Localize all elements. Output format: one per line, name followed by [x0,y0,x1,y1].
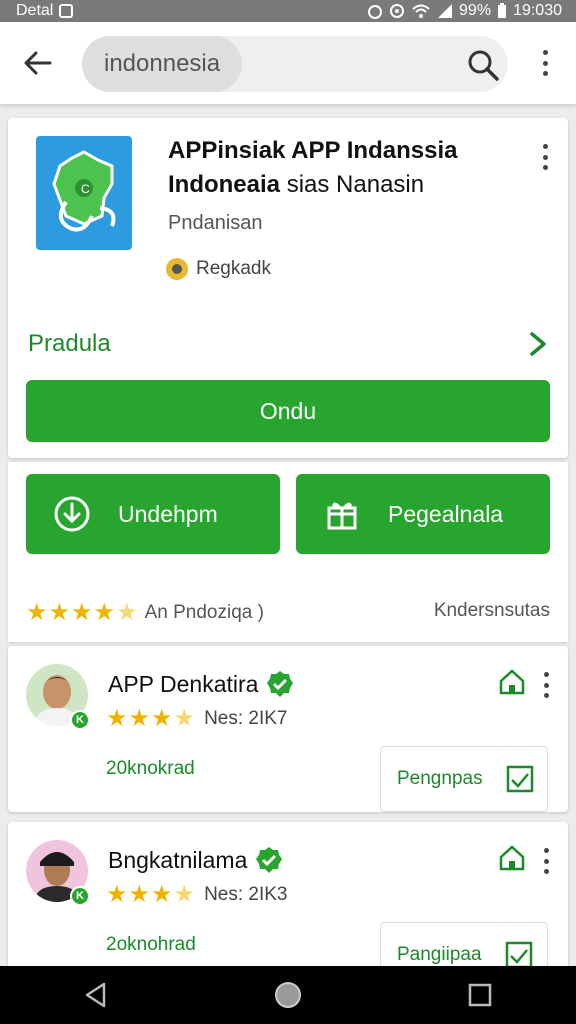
status-left: Detal [16,2,74,20]
more-vert-icon[interactable] [541,50,549,76]
nav-home-icon [275,982,301,1008]
status-right: 99% 19:030 [367,2,562,20]
review-card: K APP Denkatira ★★★★ Nes: 2IK7 20knokrad… [8,646,568,812]
download-button[interactable]: Undehpm [26,474,280,554]
svg-text:C: C [81,182,90,196]
verified-icon [267,671,294,697]
reviewer-name: APP Denkatira [108,670,294,698]
nav-recents-icon [468,983,492,1007]
battery-icon [498,3,507,18]
nav-back-icon [85,982,106,1008]
app-tag: Regkadk [166,258,271,280]
avatar-badge-icon: K [70,886,90,906]
alarm-icon [368,5,383,19]
side-action-button[interactable]: Pengnpas [380,746,548,812]
rating-summary: ★★★★★ An Pndoziqa ) [26,598,264,627]
rating-stars: ★★★★★ [26,599,139,626]
tag-icon [166,258,188,280]
review-rating: ★★★★ Nes: 2IK7 [106,704,288,733]
signal-icon [438,4,453,18]
review-stars: ★★★★ [106,881,197,908]
app-title: APPinsiak APP Indanssia Indoneaia sias N… [168,134,518,202]
chevron-right-icon[interactable] [526,330,550,358]
status-bar: Detal 99% 19:030 [0,0,576,22]
download-button-label: Undehpm [118,500,218,527]
reviewer-name: Bngkatnilama [108,846,283,874]
section-link[interactable]: Pradula [28,330,111,358]
avatar-badge-icon: K [70,710,90,730]
search-query-chip[interactable]: indonnesia [82,36,243,92]
action-section: Undehpm Pegealnala ★★★★★ An Pndoziqa ) K… [8,462,568,642]
review-more-icon[interactable] [542,848,550,874]
app-title-line1: APPinsiak APP Indanssia [168,137,458,164]
review-stars: ★★★★ [106,705,197,732]
primary-button[interactable]: Ondu [26,380,550,442]
review-card: K Bngkatnilama ★★★★ Nes: 2IK3 2oknohrad … [8,822,568,988]
review-rating: ★★★★ Nes: 2IK3 [106,880,288,909]
notification-icon [59,4,74,18]
gift-button-label: Pegealnala [388,500,504,527]
side-action-label: Pangiipaa [397,944,482,965]
nav-home-button[interactable] [268,975,308,1015]
gift-icon [327,502,357,530]
search-input[interactable]: indonnesia [82,36,508,92]
app-more-icon[interactable] [541,144,549,170]
app-logo-icon: C [52,150,116,232]
download-icon [54,496,90,532]
reviewer-name-text: Bngkatnilama [108,846,248,873]
review-rating-text: Nes: 2IK7 [204,707,288,729]
carrier-label: Detal [16,2,54,19]
app-title-line2-bold: Indoneaia [168,171,281,198]
home-icon[interactable] [498,844,526,872]
calendar-icon [506,765,533,793]
rating-right-link[interactable]: Kndersnsutas [434,600,550,622]
system-nav-bar [0,966,576,1024]
reviewer-name-text: APP Denkatira [108,670,259,697]
app-logo[interactable]: C [36,136,132,250]
review-more-icon[interactable] [542,672,550,698]
review-rating-text: Nes: 2IK3 [204,883,288,905]
home-icon[interactable] [498,668,526,696]
app-developer[interactable]: Pndanisan [168,212,263,235]
rating-summary-text: An Pndoziqa ) [144,601,264,623]
battery-label: 99% [459,2,492,19]
back-arrow-icon[interactable] [22,48,54,78]
wifi-icon [412,4,430,18]
review-link[interactable]: 20knokrad [106,758,195,780]
nav-recents-button[interactable] [460,975,500,1015]
search-toolbar: indonnesia [0,22,576,104]
side-action-label: Pengnpas [397,768,483,789]
app-title-line2: Indoneaia sias Nanasin [168,168,518,202]
verified-icon [256,847,283,873]
gift-button[interactable]: Pegealnala [296,474,550,554]
review-link[interactable]: 2oknohrad [106,934,196,956]
nav-back-button[interactable] [76,975,116,1015]
clock-label: 19:030 [513,2,562,19]
search-icon[interactable] [466,48,500,82]
sync-icon [390,4,405,18]
app-card: C APPinsiak APP Indanssia Indoneaia sias… [8,118,568,458]
app-tag-label: Regkadk [196,258,271,279]
app-title-line2-rest: sias Nanasin [286,171,425,198]
